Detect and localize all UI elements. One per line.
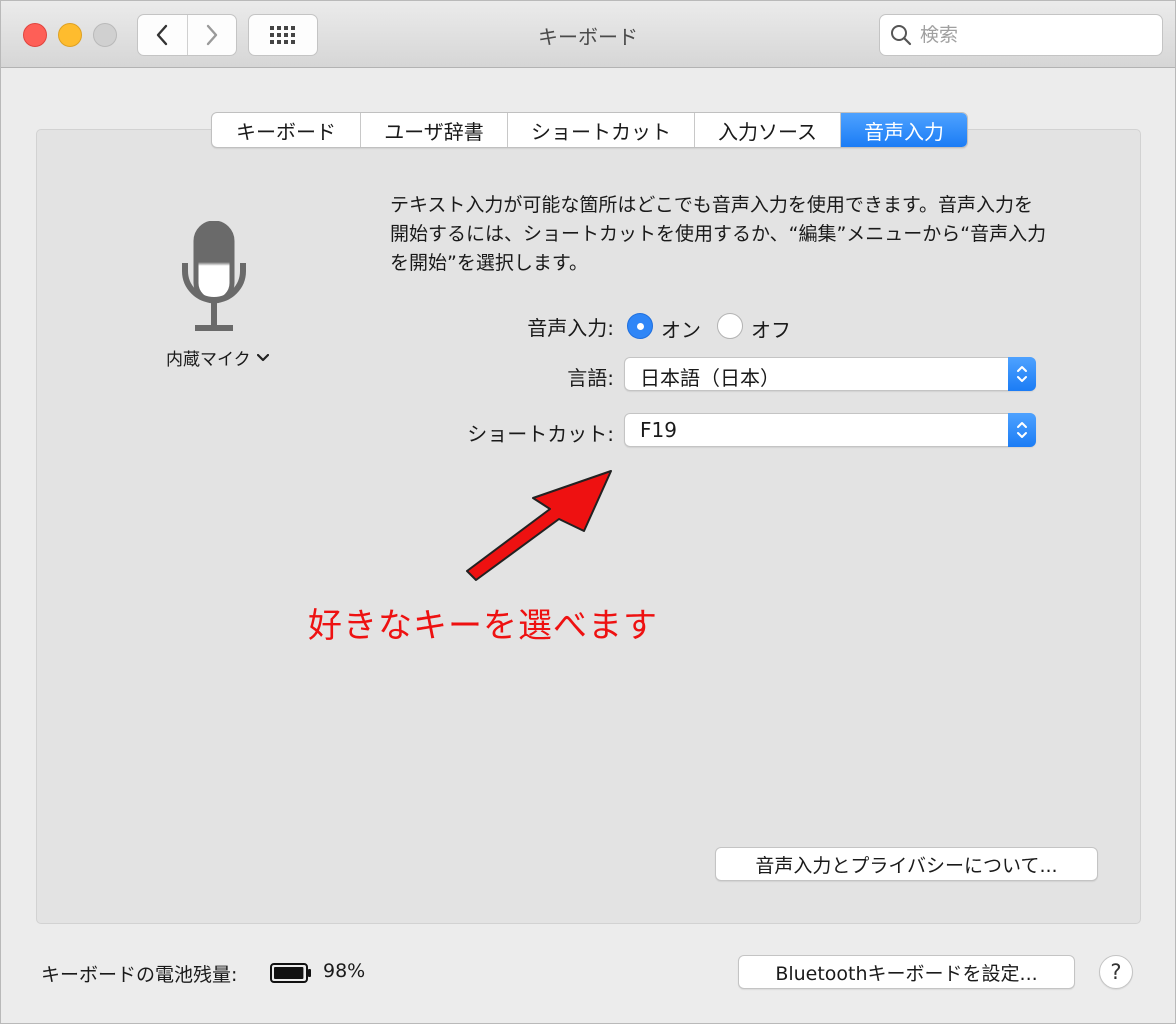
battery-icon bbox=[270, 963, 312, 987]
help-button[interactable]: ? bbox=[1099, 955, 1133, 989]
privacy-button[interactable]: 音声入力とプライバシーについて... bbox=[715, 847, 1098, 881]
battery-label: キーボードの電池残量: bbox=[41, 964, 238, 986]
bluetooth-keyboard-button[interactable]: Bluetoothキーボードを設定... bbox=[738, 955, 1075, 989]
annotation-text: 好きなキーを選べます bbox=[308, 606, 658, 646]
battery-value: 98% bbox=[323, 960, 366, 982]
system-preferences-window: キーボード キーボード ユーザ辞書 ショートカット 入力ソース 音声入力 bbox=[0, 0, 1176, 1024]
